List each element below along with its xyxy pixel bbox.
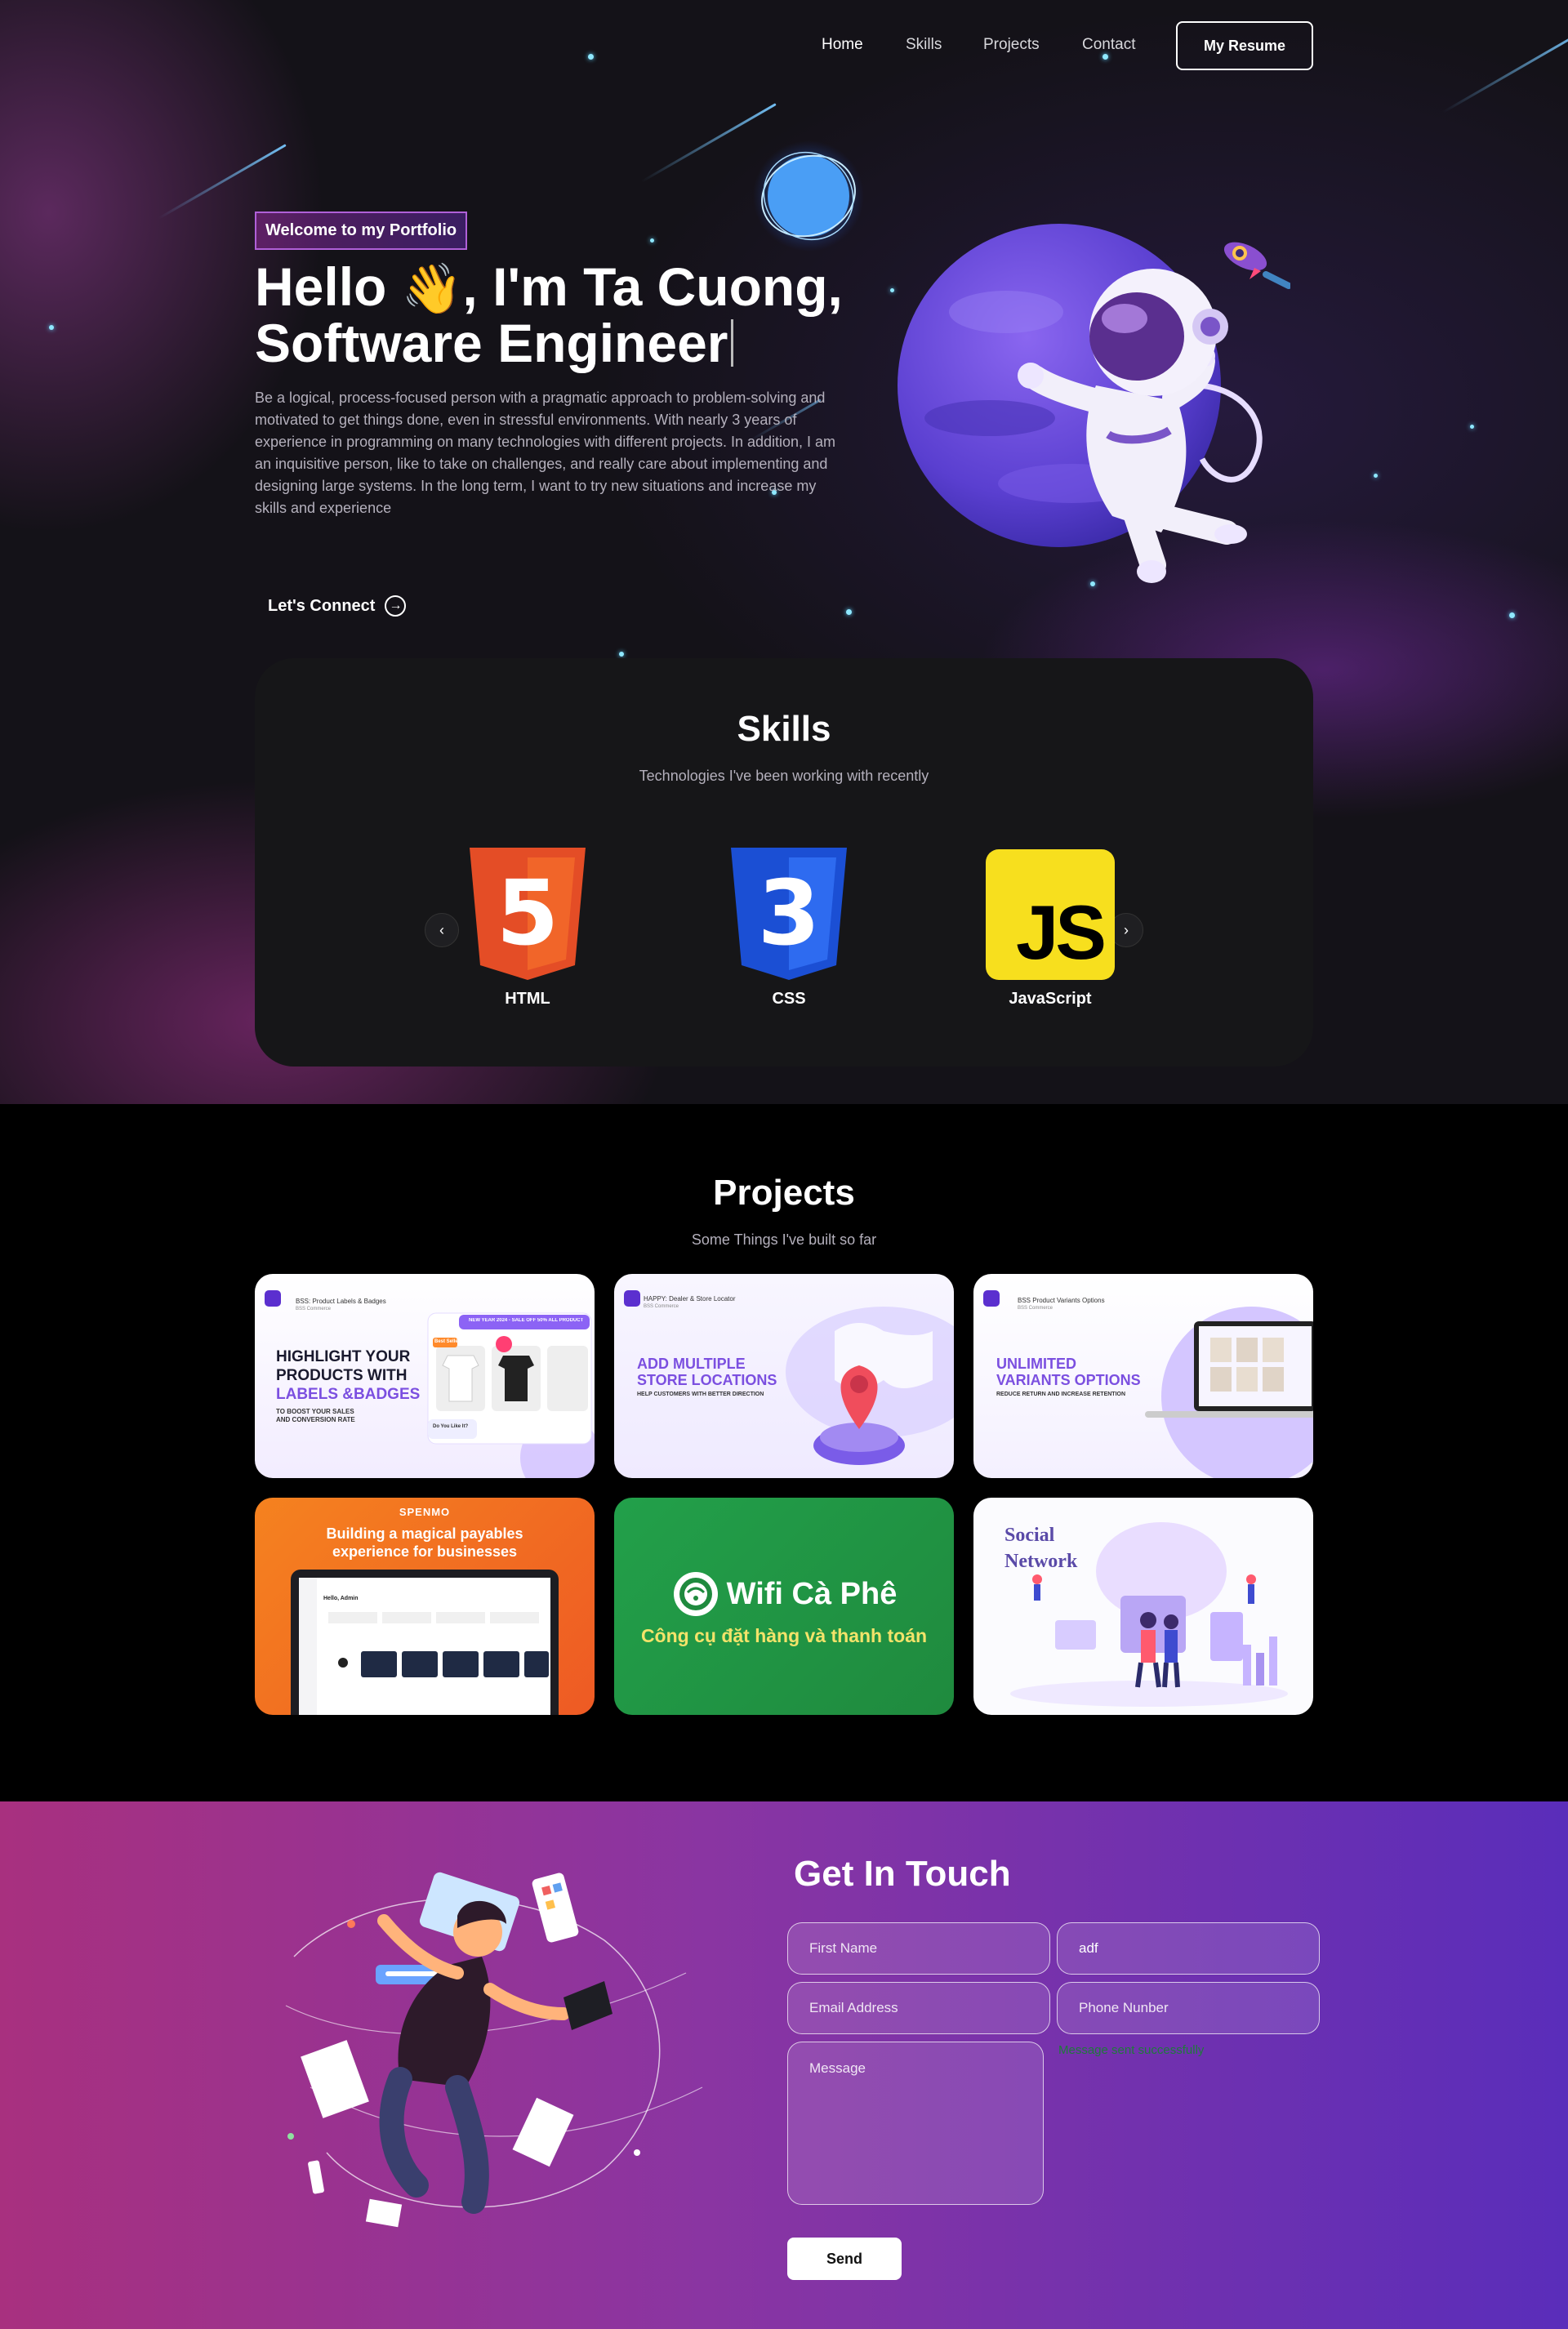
html5-badge: 5 [497,861,559,965]
project-card-spenmo[interactable]: SPENMO Building a magical payables exper… [255,1498,595,1715]
chevron-left-icon: ‹ [439,921,444,938]
lets-connect-button[interactable]: Let's Connect → [268,595,407,617]
labels-badges-h1: HIGHLIGHT YOUR [276,1348,411,1365]
contact-title: Get In Touch [794,1854,1011,1894]
store-locator-vendor: BSS Commerce [644,1304,679,1309]
astronaut-illustration [898,224,1263,583]
labels-badges-tag-best-seller: Best Seller [434,1339,461,1344]
social-network-illustration [1010,1522,1288,1707]
wifi-ca-phe-name: Wifi Cà Phê [726,1576,898,1611]
nav-link-contact[interactable]: Contact [1082,36,1135,54]
variants-h1: UNLIMITED [996,1356,1076,1372]
variants-h2: VARIANTS OPTIONS [996,1372,1141,1388]
contact-illustration [285,1872,703,2228]
glowing-planet-icon [753,140,864,252]
phone-field[interactable] [1057,1982,1320,2034]
spenmo-dashboard-mockup [291,1570,559,1715]
hero-headline: Hello 👋, I'm Ta Cuong, Software Engineer [255,260,875,370]
html5-icon: 5 [454,848,601,980]
spenmo-greeting: Hello, Admin [323,1596,359,1601]
skills-card: Skills Technologies I've been working wi… [255,658,1313,1067]
javascript-icon: JS [977,848,1124,980]
labels-badges-s2: AND CONVERSION RATE [276,1416,355,1423]
hero-section: Home Skills Projects Contact My Resume W… [0,0,1568,1104]
nav-link-projects[interactable]: Projects [983,36,1040,54]
skill-name-html: HTML [505,990,550,1008]
variants-app-name: BSS Product Variants Options [1018,1297,1105,1304]
skills-subtitle: Technologies I've been working with rece… [639,768,929,784]
labels-badges-s1: TO BOOST YOUR SALES [276,1408,354,1415]
star-dot [650,238,654,243]
star-dot [1509,612,1515,618]
waving-hand-icon: 👋 [401,261,463,316]
my-resume-button[interactable]: My Resume [1176,21,1313,70]
project-card-labels-badges[interactable]: BSS: Product Labels & Badges BSS Commerc… [255,1274,595,1478]
variants-heading: UNLIMITED VARIANTS OPTIONS [996,1356,1141,1388]
headline-hello: Hello [255,256,402,317]
nav-link-skills[interactable]: Skills [906,36,942,54]
first-name-field[interactable] [787,1922,1050,1975]
store-locator-sub: HELP CUSTOMERS WITH BETTER DIRECTION [637,1392,764,1397]
store-locator-app-name: HAPPY: Dealer & Store Locator [644,1295,736,1303]
labels-badges-h3: LABELS &BADGES [276,1386,421,1403]
variants-vendor: BSS Commerce [1018,1306,1054,1311]
skill-name-javascript: JavaScript [1009,990,1092,1008]
email-field[interactable] [787,1982,1050,2034]
form-status-message: Message sent successfully [1058,2043,1205,2057]
skills-title: Skills [737,709,831,749]
store-locator-h1: ADD MULTIPLE [637,1356,746,1372]
contact-section: Get In Touch Message sent successfully S… [0,1801,1568,2329]
hero-intro-text: Be a logical, process-focused person wit… [255,390,836,516]
labels-badges-heading: HIGHLIGHT YOUR PRODUCTS WITH LABELS &BAD… [276,1347,420,1404]
skill-item-html: 5 HTML [454,848,601,1009]
arrow-circle-right-icon: → [385,595,407,617]
project-card-social-network[interactable]: Social Network [973,1498,1313,1715]
wifi-ca-phe-tagline: Công cụ đặt hàng và thanh toán [640,1625,928,1646]
project-card-wifi-ca-phe[interactable]: Wifi Cà Phê Công cụ đặt hàng và thanh to… [614,1498,954,1715]
lets-connect-label: Let's Connect [268,596,376,615]
project-card-store-locator[interactable]: HAPPY: Dealer & Store Locator BSS Commer… [614,1274,954,1478]
top-navigation: Home Skills Projects Contact My Resume [0,21,1568,72]
labels-badges-tag-like: Do You Like It? [433,1424,469,1429]
labels-badges-vendor: BSS Commerce [296,1307,332,1311]
variants-sub: REDUCE RETURN AND INCREASE RETENTION [996,1392,1126,1397]
message-field[interactable] [787,2042,1044,2205]
headline-name: , I'm Ta Cuong, [462,256,843,317]
star-dot [1470,425,1474,429]
typing-caret [731,319,734,367]
shooting-star [158,144,287,220]
headline-role: Software Engineer [255,313,728,373]
wifi-ca-phe-logo-icon [673,1572,718,1616]
welcome-badge: Welcome to my Portfolio [255,212,468,250]
skill-name-css: CSS [772,990,806,1008]
labels-badges-promo: NEW YEAR 2024 - SALE OFF 50% ALL PRODUCT [469,1318,583,1323]
projects-section: Projects Some Things I've built so far B… [0,1104,1568,1801]
store-locator-heading: ADD MULTIPLE STORE LOCATIONS [637,1356,777,1388]
star-dot [49,325,54,330]
star-dot [619,652,624,657]
nav-link-home[interactable]: Home [822,36,863,54]
projects-subtitle: Some Things I've built so far [691,1231,877,1248]
store-locator-h2: STORE LOCATIONS [637,1372,777,1388]
labels-badges-app-name: BSS: Product Labels & Badges [296,1298,386,1305]
projects-title: Projects [713,1173,855,1213]
css3-icon: 3 [715,848,862,980]
javascript-badge: JS [1016,889,1107,975]
css3-badge: 3 [758,861,821,965]
skill-item-css: 3 CSS [715,848,862,1009]
project-card-variants-options[interactable]: BSS Product Variants Options BSS Commerc… [973,1274,1313,1478]
skill-item-javascript: JS JavaScript [977,848,1124,1009]
wifi-ca-phe-brand: Wifi Cà Phê [614,1570,954,1619]
star-dot [846,609,852,615]
star-dot [1374,474,1378,478]
chevron-right-icon: › [1124,921,1129,938]
labels-badges-h2: PRODUCTS WITH [276,1367,408,1384]
send-button[interactable]: Send [787,2238,902,2280]
last-name-field[interactable] [1057,1922,1320,1975]
